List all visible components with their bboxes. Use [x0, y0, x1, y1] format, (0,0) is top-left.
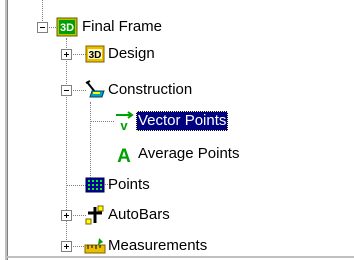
tree-node-label[interactable]: AutoBars — [106, 205, 172, 225]
tree-node-label[interactable]: Average Points — [136, 144, 241, 164]
minus-icon — [40, 27, 45, 28]
tree-left-border-shadow — [7, 0, 8, 260]
construction-icon — [84, 80, 106, 100]
average-points-icon: A — [114, 144, 136, 164]
expand-toggle-autobars[interactable] — [61, 210, 72, 221]
plus-icon — [64, 52, 69, 57]
plus-icon — [64, 244, 69, 249]
tree-line — [66, 185, 86, 186]
minus-icon — [64, 90, 69, 91]
autobars-icon — [84, 205, 106, 225]
svg-text:3D: 3D — [89, 50, 102, 61]
collapse-toggle-construction[interactable] — [61, 85, 72, 96]
svg-text:A: A — [117, 146, 131, 164]
tree-node-label[interactable]: Construction — [106, 80, 194, 100]
tree-bottom-border — [5, 256, 354, 258]
tree-line — [90, 102, 91, 184]
points-grid-icon — [84, 175, 106, 195]
svg-text:3D: 3D — [60, 22, 74, 34]
plus-icon — [64, 213, 69, 218]
expand-toggle-design[interactable] — [61, 49, 72, 60]
tree-node-label[interactable]: Design — [106, 44, 157, 64]
collapse-toggle-final-frame[interactable] — [37, 22, 48, 33]
3d-frame-icon: 3D — [56, 17, 78, 37]
tree-node-label[interactable]: Measurements — [106, 236, 209, 256]
tree-node-label[interactable]: Points — [106, 175, 152, 195]
tree-node-label[interactable]: Vector Points — [136, 111, 229, 131]
svg-text:v: v — [120, 118, 128, 131]
tree-node-label[interactable]: Final Frame — [80, 17, 164, 37]
expand-toggle-measurements[interactable] — [61, 241, 72, 252]
tree-line — [90, 121, 114, 122]
3d-design-icon: 3D — [84, 44, 106, 64]
measurements-icon — [84, 236, 106, 256]
vector-points-icon: v — [114, 111, 136, 131]
